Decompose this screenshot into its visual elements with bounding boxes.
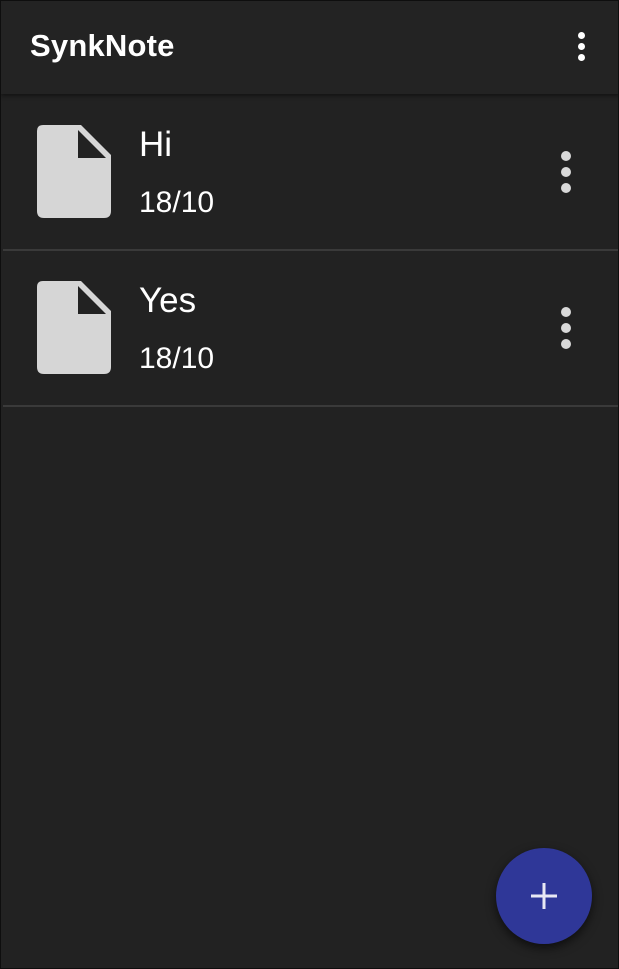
app-menu-button[interactable]	[566, 24, 596, 68]
more-vert-icon-dot	[561, 167, 571, 177]
note-item[interactable]: Yes 18/10	[1, 251, 618, 407]
app-bar: SynkNote	[1, 1, 618, 94]
more-vert-icon	[561, 151, 571, 161]
app-title: SynkNote	[30, 28, 175, 63]
note-menu-button[interactable]	[551, 150, 581, 194]
document-icon	[37, 281, 111, 374]
more-vert-icon-dot	[577, 42, 585, 50]
note-list: Hi 18/10 Yes 18/10	[1, 95, 618, 407]
add-note-button[interactable]	[496, 848, 592, 944]
more-vert-icon-dot	[561, 323, 571, 333]
note-item[interactable]: Hi 18/10	[1, 95, 618, 251]
more-vert-icon-dot	[561, 339, 571, 349]
app-screen: SynkNote Hi 18/10 Yes 18/10	[0, 0, 619, 969]
note-date: 18/10	[139, 342, 215, 375]
note-menu-button[interactable]	[551, 306, 581, 350]
plus-icon	[531, 883, 557, 909]
more-vert-icon	[577, 31, 585, 39]
document-icon	[37, 125, 111, 218]
more-vert-icon-dot	[577, 53, 585, 61]
note-title: Yes	[139, 281, 197, 320]
divider	[3, 405, 618, 407]
note-title: Hi	[139, 125, 173, 164]
more-vert-icon-dot	[561, 183, 571, 193]
more-vert-icon	[561, 307, 571, 317]
note-date: 18/10	[139, 186, 215, 219]
